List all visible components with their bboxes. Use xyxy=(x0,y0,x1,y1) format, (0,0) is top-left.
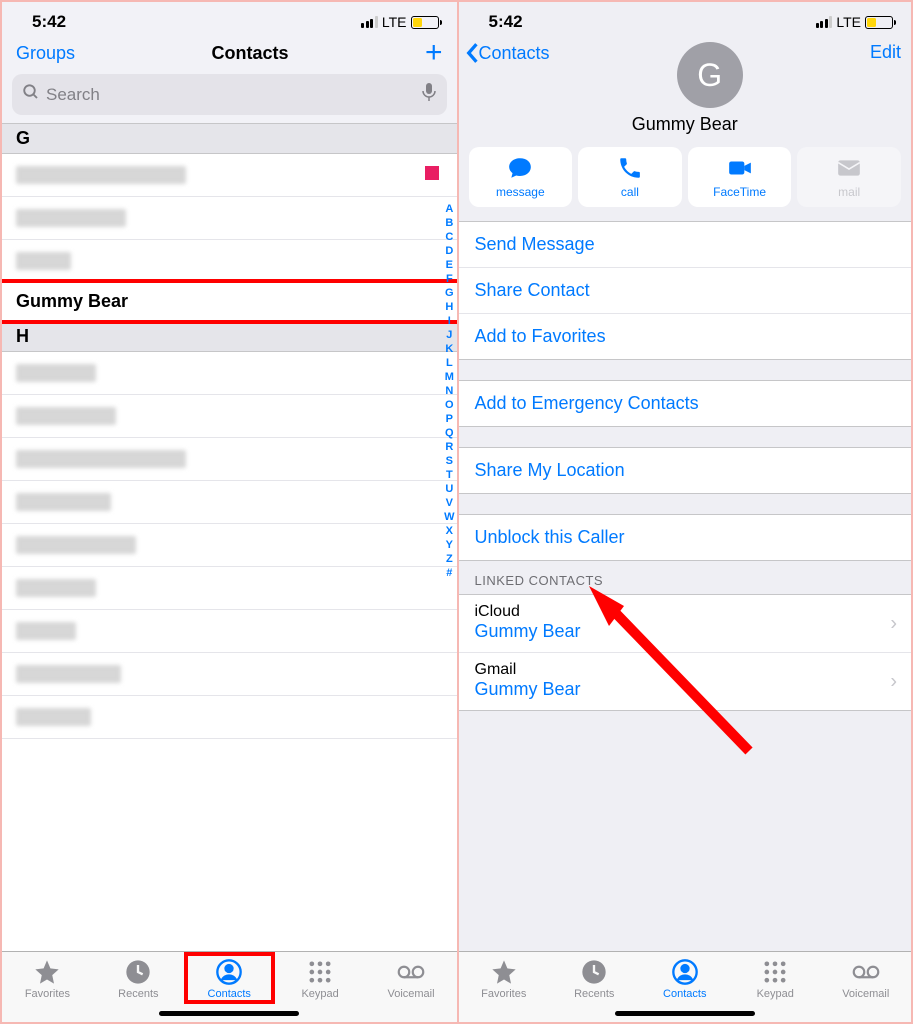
contact-row[interactable] xyxy=(2,696,457,739)
status-right: LTE xyxy=(361,14,438,30)
status-time: 5:42 xyxy=(32,12,66,32)
video-icon xyxy=(727,155,753,181)
search-input[interactable]: Search xyxy=(12,74,447,115)
search-placeholder: Search xyxy=(46,85,421,105)
star-icon xyxy=(490,958,518,986)
tab-favorites[interactable]: Favorites xyxy=(2,958,93,1000)
edit-button[interactable]: Edit xyxy=(870,42,901,63)
tab-voicemail[interactable]: Voicemail xyxy=(366,958,457,1000)
contact-row[interactable] xyxy=(2,481,457,524)
contacts-list-screen: 5:42 LTE Groups Contacts + Search G Gumm… xyxy=(2,2,457,1022)
voicemail-icon xyxy=(852,958,880,986)
share-location-cell[interactable]: Share My Location xyxy=(459,448,912,493)
mic-icon[interactable] xyxy=(421,82,437,107)
status-bar: 5:42 LTE xyxy=(459,2,912,36)
chevron-left-icon xyxy=(465,42,479,64)
detail-scroll[interactable]: Send Message Share Contact Add to Favori… xyxy=(459,221,912,951)
tab-contacts[interactable]: Contacts xyxy=(640,958,731,1000)
voicemail-icon xyxy=(397,958,425,986)
clock-icon xyxy=(124,958,152,986)
mail-icon xyxy=(836,155,862,181)
mail-button: mail xyxy=(797,147,901,207)
contact-row[interactable] xyxy=(2,240,457,283)
emergency-cell[interactable]: Add to Emergency Contacts xyxy=(459,381,912,426)
search-icon xyxy=(22,83,40,106)
tab-favorites[interactable]: Favorites xyxy=(459,958,550,1000)
tab-recents[interactable]: Recents xyxy=(549,958,640,1000)
tab-keypad[interactable]: Keypad xyxy=(275,958,366,1000)
home-indicator[interactable] xyxy=(615,1011,755,1016)
chevron-right-icon: › xyxy=(890,670,897,693)
contact-row-gummy-bear[interactable]: Gummy Bear xyxy=(2,279,457,321)
contact-row[interactable] xyxy=(2,154,457,197)
nav-bar: Groups Contacts + xyxy=(2,36,457,70)
message-icon xyxy=(507,155,533,181)
contact-icon xyxy=(671,958,699,986)
chevron-right-icon: › xyxy=(890,612,897,635)
contact-row[interactable] xyxy=(2,567,457,610)
action-row: message call FaceTime mail xyxy=(459,147,912,221)
groups-button[interactable]: Groups xyxy=(16,43,75,64)
contact-row[interactable] xyxy=(2,653,457,696)
status-time: 5:42 xyxy=(489,12,523,32)
keypad-icon xyxy=(306,958,334,986)
contact-row[interactable] xyxy=(2,395,457,438)
add-contact-button[interactable]: + xyxy=(425,42,443,64)
linked-contact-gmail[interactable]: Gmail Gummy Bear › xyxy=(459,653,912,710)
avatar: G xyxy=(677,42,743,108)
back-button[interactable]: Contacts xyxy=(465,42,550,64)
status-right: LTE xyxy=(816,14,893,30)
contacts-list[interactable]: G Gummy Bear H xyxy=(2,123,457,951)
contact-row[interactable] xyxy=(2,524,457,567)
signal-icon xyxy=(816,16,833,28)
carrier-label: LTE xyxy=(382,14,407,30)
send-message-cell[interactable]: Send Message xyxy=(459,222,912,268)
tab-voicemail[interactable]: Voicemail xyxy=(821,958,912,1000)
clock-icon xyxy=(580,958,608,986)
contact-row[interactable] xyxy=(2,197,457,240)
contact-name: Gummy Bear xyxy=(459,108,912,147)
message-button[interactable]: message xyxy=(469,147,573,207)
share-contact-cell[interactable]: Share Contact xyxy=(459,268,912,314)
unblock-caller-cell[interactable]: Unblock this Caller xyxy=(459,515,912,560)
star-icon xyxy=(33,958,61,986)
home-indicator[interactable] xyxy=(159,1011,299,1016)
tab-keypad[interactable]: Keypad xyxy=(730,958,821,1000)
signal-icon xyxy=(361,16,378,28)
phone-icon xyxy=(617,155,643,181)
tab-recents[interactable]: Recents xyxy=(93,958,184,1000)
battery-icon xyxy=(411,16,439,29)
alpha-index[interactable]: ABCDEFGHIJKLMNOPQRSTUVWXYZ# xyxy=(444,202,454,580)
linked-contact-icloud[interactable]: iCloud Gummy Bear › xyxy=(459,595,912,653)
nav-bar: Contacts G Edit xyxy=(459,36,912,108)
call-button[interactable]: call xyxy=(578,147,682,207)
add-favorites-cell[interactable]: Add to Favorites xyxy=(459,314,912,359)
contact-row[interactable] xyxy=(2,610,457,653)
status-bar: 5:42 LTE xyxy=(2,2,457,36)
section-header-h: H xyxy=(2,321,457,352)
contact-detail-screen: 5:42 LTE Contacts G Edit Gummy Bear mess… xyxy=(457,2,912,1022)
linked-contacts-header: LINKED CONTACTS xyxy=(459,561,912,594)
contact-row[interactable] xyxy=(2,352,457,395)
tab-contacts[interactable]: Contacts xyxy=(184,958,275,1000)
contact-icon xyxy=(215,958,243,986)
keypad-icon xyxy=(761,958,789,986)
carrier-label: LTE xyxy=(836,14,861,30)
nav-title: Contacts xyxy=(211,43,288,64)
battery-icon xyxy=(865,16,893,29)
facetime-button[interactable]: FaceTime xyxy=(688,147,792,207)
section-header-g: G xyxy=(2,123,457,154)
contact-row[interactable] xyxy=(2,438,457,481)
